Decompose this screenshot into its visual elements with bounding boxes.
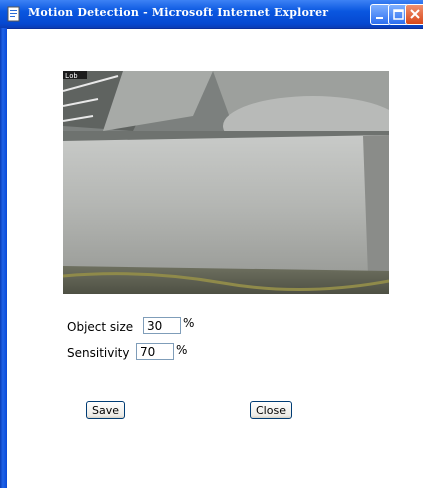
window-title: Motion Detection - Microsoft Internet Ex… — [28, 6, 329, 19]
window-border — [0, 28, 7, 488]
sensitivity-unit: % — [176, 343, 188, 357]
object-size-label: Object size — [67, 320, 134, 334]
close-button[interactable]: Close — [250, 401, 292, 419]
sensitivity-label: Sensitivity — [67, 346, 130, 360]
close-window-button[interactable] — [405, 4, 423, 25]
sensitivity-input[interactable] — [136, 343, 174, 360]
title-bar: Motion Detection - Microsoft Internet Ex… — [0, 0, 423, 29]
object-size-unit: % — [183, 316, 195, 330]
object-size-input[interactable] — [143, 317, 181, 334]
ie-page-icon — [6, 6, 22, 22]
save-button[interactable]: Save — [86, 401, 126, 419]
camera-view: Lob — [63, 71, 389, 294]
camera-overlay-text: Lob — [65, 72, 78, 80]
